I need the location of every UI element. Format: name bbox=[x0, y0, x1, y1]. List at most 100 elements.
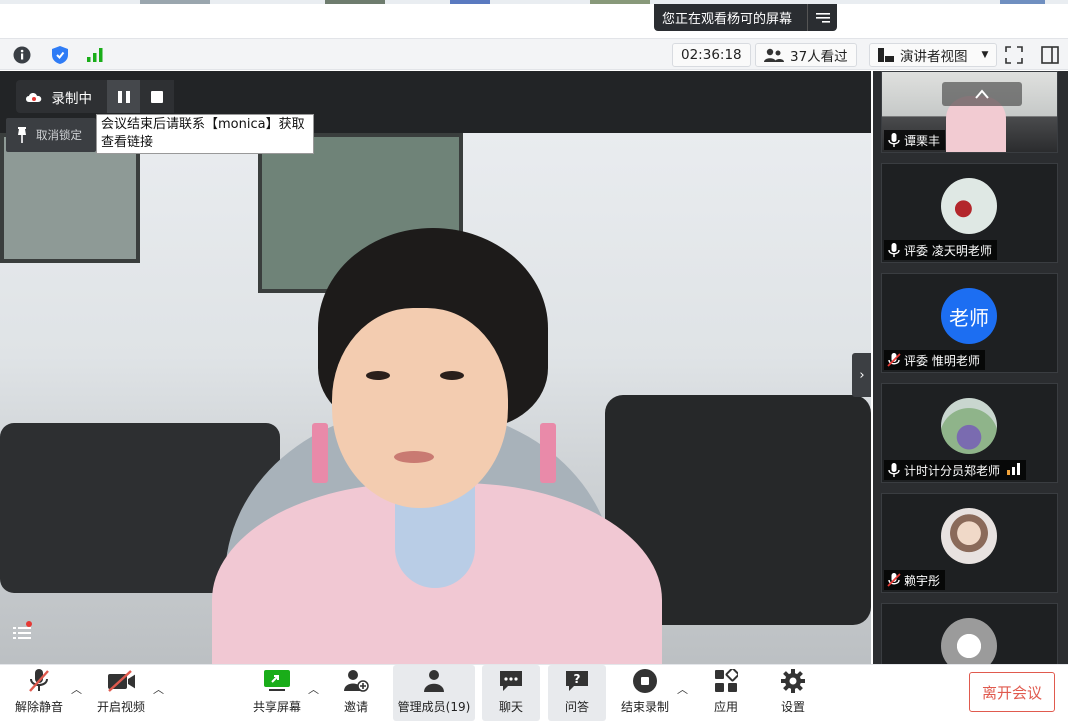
settings-button[interactable]: 设置 bbox=[769, 665, 817, 721]
chat-label: 聊天 bbox=[498, 700, 523, 714]
signal-icon[interactable] bbox=[85, 45, 105, 65]
chevron-up-icon[interactable]: ︿ bbox=[677, 681, 688, 697]
apps-label: 应用 bbox=[713, 700, 738, 714]
gear-icon bbox=[779, 667, 807, 695]
participants-panel: 谭栗丰 评委 凌天明老师 老师 评委 惟明老师 计时计分员郑老师 赖宇彤 bbox=[873, 71, 1068, 664]
chevron-up-icon[interactable]: ︿ bbox=[71, 681, 82, 697]
participant-tile[interactable]: 赖宇彤 bbox=[881, 493, 1058, 593]
viewing-banner: 您正在观看杨可的屏幕 bbox=[654, 4, 837, 31]
participant-name-tag: 谭栗丰 bbox=[884, 130, 946, 150]
mic-icon bbox=[887, 133, 901, 147]
mic-icon bbox=[887, 463, 901, 477]
stop-icon bbox=[151, 90, 164, 103]
participant-name: 评委 凌天明老师 bbox=[904, 243, 992, 258]
viewers-button[interactable]: 37人看过 bbox=[755, 43, 857, 67]
people-icon bbox=[764, 48, 784, 62]
invite-button[interactable]: 邀请 bbox=[330, 665, 382, 721]
chevron-up-icon[interactable] bbox=[942, 82, 1022, 106]
meeting-toolbar: 解除静音 ︿ 开启视频 ︿ 共享屏幕 ︿ 邀请 管理成员(19) 聊天 ? 问答… bbox=[0, 664, 1068, 721]
pause-record-button[interactable] bbox=[106, 80, 141, 113]
person-face bbox=[332, 308, 508, 508]
avatar-text: 老师 bbox=[949, 305, 989, 330]
main-video-stage[interactable]: › bbox=[0, 71, 871, 664]
participant-tile[interactable]: 谭栗丰 bbox=[881, 71, 1058, 153]
participant-tile[interactable]: 老师 评委 惟明老师 bbox=[881, 273, 1058, 373]
info-icon[interactable] bbox=[12, 45, 32, 65]
invite-label: 邀请 bbox=[343, 700, 368, 714]
hair-tassel bbox=[540, 423, 556, 483]
share-screen-button[interactable]: 共享屏幕 bbox=[246, 665, 308, 721]
recording-panel: 录制中 bbox=[16, 80, 174, 113]
members-icon bbox=[420, 667, 448, 695]
chevron-up-icon[interactable]: ︿ bbox=[153, 681, 164, 697]
participant-tile[interactable]: 计时计分员郑老师 bbox=[881, 383, 1058, 483]
pin-icon bbox=[18, 127, 26, 143]
menu-lines-icon[interactable] bbox=[807, 4, 837, 31]
participant-tile[interactable] bbox=[881, 603, 1058, 664]
fullscreen-icon[interactable] bbox=[1004, 45, 1024, 65]
chevron-down-icon: ▼ bbox=[981, 50, 989, 60]
person-mouth bbox=[394, 451, 434, 463]
question-icon: ? bbox=[563, 667, 591, 695]
leave-meeting-button[interactable]: 离开会议 bbox=[969, 672, 1055, 712]
avatar bbox=[941, 508, 997, 564]
speaker-video bbox=[0, 133, 871, 664]
unmute-button[interactable]: 解除静音 bbox=[8, 665, 70, 721]
mic-muted-icon bbox=[887, 573, 901, 587]
layout-icon bbox=[878, 48, 894, 62]
meeting-timer: 02:36:18 bbox=[672, 43, 751, 67]
list-menu-icon[interactable] bbox=[11, 621, 35, 643]
share-screen-icon bbox=[263, 667, 291, 695]
person-eye bbox=[440, 371, 464, 380]
chevron-up-icon[interactable]: ︿ bbox=[308, 681, 319, 697]
apps-icon bbox=[712, 667, 740, 695]
end-record-button[interactable]: 结束录制 bbox=[613, 665, 677, 721]
stop-record-icon bbox=[631, 667, 659, 695]
chevron-right-icon[interactable]: › bbox=[852, 353, 871, 397]
manage-members-button[interactable]: 管理成员(19) bbox=[393, 665, 475, 721]
participant-name-tag: 计时计分员郑老师 bbox=[884, 460, 1027, 480]
recording-label: 录制中 bbox=[51, 90, 93, 107]
layout-dropdown[interactable]: 演讲者视图 ▼ bbox=[869, 43, 998, 67]
status-bar: 02:36:18 37人看过 演讲者视图 ▼ bbox=[0, 38, 1068, 70]
qa-button[interactable]: ? 问答 bbox=[548, 665, 606, 721]
sidebar-icon[interactable] bbox=[1040, 45, 1060, 65]
unlock-label: 取消锁定 bbox=[36, 128, 82, 142]
apps-button[interactable]: 应用 bbox=[702, 665, 750, 721]
settings-label: 设置 bbox=[780, 700, 805, 714]
start-video-label: 开启视频 bbox=[96, 700, 145, 714]
participant-tile[interactable]: 评委 凌天明老师 bbox=[881, 163, 1058, 263]
participant-name-tag: 评委 凌天明老师 bbox=[884, 240, 997, 260]
mic-muted-icon bbox=[25, 667, 53, 695]
avatar bbox=[941, 398, 997, 454]
layout-label: 演讲者视图 bbox=[900, 49, 968, 65]
recording-tooltip: 会议结束后请联系【monica】获取查看链接 bbox=[96, 114, 314, 154]
chat-button[interactable]: 聊天 bbox=[482, 665, 540, 721]
participant-name-tag: 评委 惟明老师 bbox=[884, 350, 985, 370]
mic-icon bbox=[887, 243, 901, 257]
unlock-button[interactable]: 取消锁定 bbox=[6, 118, 96, 152]
signal-icon bbox=[1007, 462, 1021, 478]
participant-name: 赖宇彤 bbox=[904, 573, 941, 588]
manage-members-label: 管理成员(19) bbox=[397, 700, 471, 714]
add-user-icon bbox=[342, 667, 370, 695]
chat-icon bbox=[497, 667, 525, 695]
video-off-icon bbox=[107, 667, 135, 695]
person-eye bbox=[366, 371, 390, 380]
viewers-count: 37人看过 bbox=[790, 49, 848, 65]
share-screen-label: 共享屏幕 bbox=[252, 700, 301, 714]
avatar bbox=[941, 618, 997, 664]
participant-name: 评委 惟明老师 bbox=[904, 353, 980, 368]
thumbnail-strip bbox=[0, 0, 1068, 4]
banner-text: 您正在观看杨可的屏幕 bbox=[662, 12, 793, 27]
end-record-label: 结束录制 bbox=[620, 700, 669, 714]
participant-name: 谭栗丰 bbox=[904, 133, 941, 148]
start-video-button[interactable]: 开启视频 bbox=[90, 665, 152, 721]
cloud-record-icon bbox=[16, 91, 52, 103]
hair-tassel bbox=[312, 423, 328, 483]
stop-record-button[interactable] bbox=[140, 80, 174, 113]
participant-name-tag: 赖宇彤 bbox=[884, 570, 946, 590]
avatar: 老师 bbox=[941, 288, 997, 344]
shield-icon[interactable] bbox=[50, 45, 70, 65]
participant-name: 计时计分员郑老师 bbox=[904, 463, 1001, 478]
